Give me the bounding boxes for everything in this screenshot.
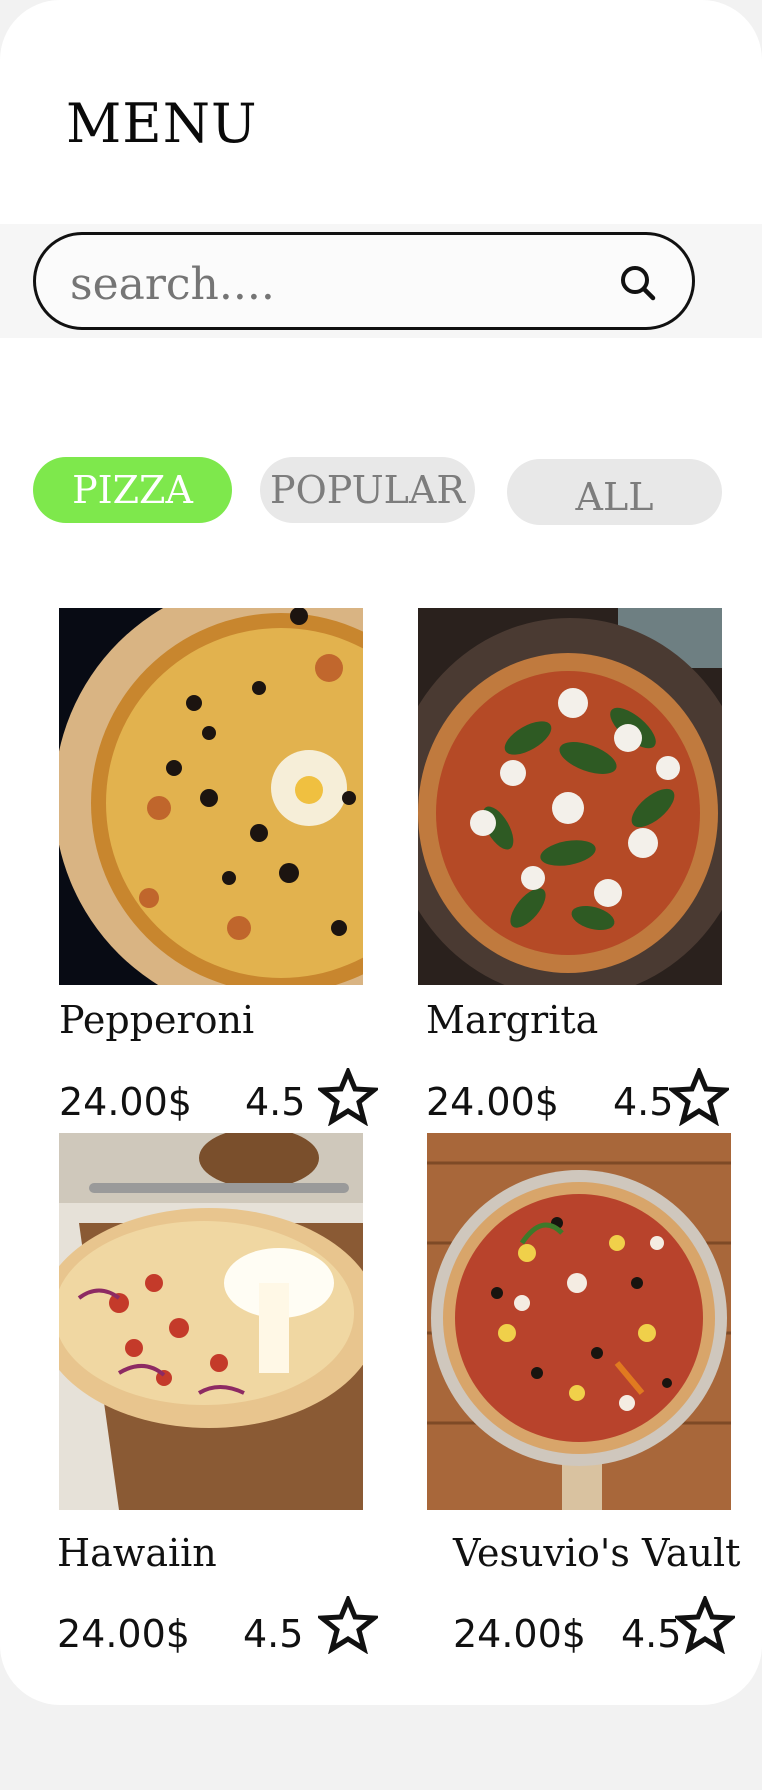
product-name: Pepperoni bbox=[59, 998, 255, 1042]
tab-popular[interactable]: POPULAR bbox=[260, 457, 475, 523]
search-icon[interactable] bbox=[618, 263, 658, 303]
star-outline-icon[interactable] bbox=[669, 1068, 729, 1126]
product-rating: 4.5 bbox=[245, 1080, 306, 1124]
search-input[interactable] bbox=[70, 259, 590, 310]
product-rating: 4.5 bbox=[613, 1080, 674, 1124]
product-name: Vesuvio's Vault bbox=[453, 1531, 741, 1575]
hawaiin-photo[interactable] bbox=[59, 1133, 363, 1510]
product-rating: 4.5 bbox=[243, 1612, 304, 1656]
vesuvios-vault-photo[interactable] bbox=[427, 1133, 731, 1510]
star-outline-icon[interactable] bbox=[318, 1596, 378, 1654]
product-name: Margrita bbox=[426, 998, 599, 1042]
tab-pizza[interactable]: PIZZA bbox=[33, 457, 232, 523]
menu-card: MENU PIZZA POPULAR ALL bbox=[0, 0, 762, 1705]
product-price: 24.00$ bbox=[453, 1612, 586, 1656]
product-rating: 4.5 bbox=[621, 1612, 682, 1656]
search-bar[interactable] bbox=[33, 232, 695, 330]
tab-all[interactable]: ALL bbox=[507, 459, 722, 525]
product-price: 24.00$ bbox=[57, 1612, 190, 1656]
product-price: 24.00$ bbox=[426, 1080, 559, 1124]
star-outline-icon[interactable] bbox=[675, 1596, 735, 1654]
star-outline-icon[interactable] bbox=[318, 1068, 378, 1126]
pepperoni-photo[interactable] bbox=[59, 608, 363, 985]
margrita-photo[interactable] bbox=[418, 608, 722, 985]
product-price: 24.00$ bbox=[59, 1080, 192, 1124]
page-title: MENU bbox=[66, 92, 258, 155]
product-name: Hawaiin bbox=[57, 1531, 217, 1575]
